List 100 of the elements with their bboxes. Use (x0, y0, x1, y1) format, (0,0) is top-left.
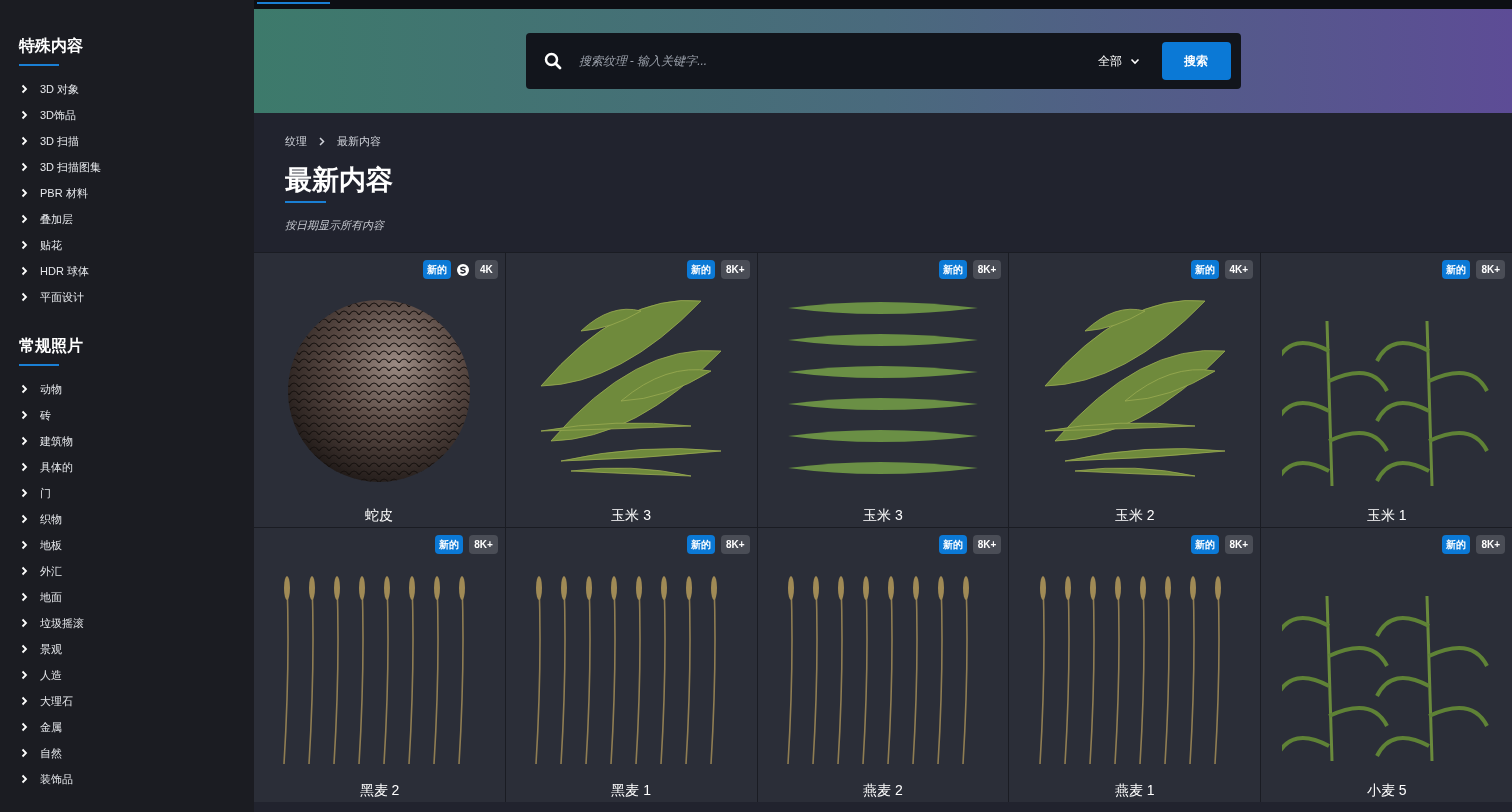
chevron-down-icon (1129, 57, 1140, 65)
texture-card[interactable]: 新的 4K+ 玉米 2 (1009, 253, 1261, 527)
section-heading: 常规照片 (19, 336, 83, 356)
resolution-badge: 4K (475, 260, 498, 279)
chevron-right-icon (21, 436, 28, 446)
texture-card[interactable]: 新的 8K+ 燕麦 1 (1009, 528, 1261, 802)
breadcrumb-link[interactable]: 纹理 (285, 133, 307, 150)
category-link[interactable]: 3D饰品 (19, 102, 77, 128)
texture-card[interactable]: 新的 4K 蛇皮 (254, 253, 505, 527)
category-link[interactable]: HDR 球体 (19, 258, 89, 284)
chevron-right-icon (21, 214, 28, 224)
chevron-right-icon (21, 514, 28, 524)
resolution-badge: 4K+ (1224, 260, 1254, 279)
resolution-badge: 8K+ (720, 260, 750, 279)
chevron-right-icon (21, 644, 28, 654)
category-dropdown[interactable]: 全部 (1097, 52, 1140, 70)
search-field[interactable]: 搜索纹理 - 输入关键字... (578, 52, 1098, 70)
category-link[interactable]: 垃圾摇滚 (19, 610, 84, 636)
category-link[interactable]: 外汇 (19, 558, 62, 584)
texture-title: 小麦 5 (1366, 781, 1407, 800)
search-icon (543, 52, 562, 70)
heading-underline (19, 364, 59, 366)
resolution-badge: 8K+ (469, 535, 498, 554)
chevron-right-icon (21, 110, 28, 120)
category-link[interactable]: 自然 (19, 740, 62, 766)
resolution-badge: 8K+ (1476, 535, 1505, 554)
chevron-right-icon (21, 722, 28, 732)
new-badge: 新的 (1442, 260, 1471, 279)
title-underline (285, 200, 326, 203)
category-link[interactable]: 3D 对象 (19, 76, 80, 102)
chevron-right-icon (21, 566, 28, 576)
new-badge: 新的 (686, 260, 715, 279)
new-badge: 新的 (1442, 535, 1471, 554)
chevron-right-icon (319, 136, 325, 146)
texture-card[interactable]: 新的 8K+ 小麦 5 (1261, 528, 1512, 802)
new-badge: 新的 (938, 260, 967, 279)
new-badge: 新的 (1190, 535, 1219, 554)
texture-card[interactable]: 新的 8K+ 玉米 1 (1261, 253, 1512, 527)
chevron-right-icon (21, 618, 28, 628)
chevron-right-icon (21, 266, 28, 276)
page-title: 最新内容 (285, 163, 393, 197)
chevron-right-icon (21, 592, 28, 602)
new-badge: 新的 (423, 260, 451, 279)
chevron-right-icon (21, 84, 28, 94)
page-subtitle: 按日期显示所有内容 (285, 217, 386, 233)
new-badge: 新的 (938, 535, 967, 554)
resolution-badge: 8K+ (1224, 535, 1254, 554)
heading-underline (19, 64, 59, 66)
resolution-badge: 8K+ (1476, 260, 1505, 279)
category-link[interactable]: 建筑物 (19, 428, 73, 454)
category-link[interactable]: 3D 扫描 (19, 128, 80, 154)
category-link[interactable]: 织物 (19, 506, 62, 532)
new-badge: 新的 (686, 535, 715, 554)
category-link[interactable]: 景观 (19, 636, 62, 662)
category-link[interactable]: 叠加层 (19, 206, 73, 232)
category-link[interactable]: 贴花 (19, 232, 62, 258)
texture-card[interactable]: 新的 8K+ 黑麦 1 (505, 528, 757, 802)
category-link[interactable]: 平面设计 (19, 284, 84, 310)
texture-title: 燕麦 1 (1114, 781, 1155, 800)
category-link[interactable]: PBR 材料 (19, 180, 88, 206)
resolution-badge: 8K+ (720, 535, 750, 554)
category-link[interactable]: 门 (19, 480, 51, 506)
texture-title: 燕麦 2 (863, 781, 903, 800)
chevron-right-icon (21, 748, 28, 758)
new-badge: 新的 (435, 535, 464, 554)
chevron-right-icon (21, 540, 28, 550)
resolution-badge: 8K+ (972, 535, 1002, 554)
texture-card[interactable]: 新的 8K+ 黑麦 2 (254, 528, 505, 802)
texture-title: 蛇皮 (365, 506, 394, 525)
texture-card[interactable]: 新的 8K+ 燕麦 2 (757, 528, 1009, 802)
category-link[interactable]: 人造 (19, 662, 62, 688)
section-heading: 特殊内容 (19, 36, 83, 56)
category-link[interactable]: 动物 (19, 376, 62, 402)
texture-title: 玉米 3 (611, 506, 652, 525)
category-link[interactable]: 具体的 (19, 454, 73, 480)
search-button[interactable]: 搜索 (1161, 42, 1231, 80)
chevron-right-icon (21, 670, 28, 680)
chevron-right-icon (21, 696, 28, 706)
breadcrumb-current: 最新内容 (337, 134, 381, 149)
category-link[interactable]: 金属 (19, 714, 62, 740)
category-link[interactable]: 大理石 (19, 688, 73, 714)
chevron-right-icon (21, 384, 28, 394)
chevron-right-icon (21, 188, 28, 198)
chevron-right-icon (21, 136, 28, 146)
category-link[interactable]: 地板 (19, 532, 62, 558)
chevron-right-icon (21, 462, 28, 472)
texture-card[interactable]: 新的 8K+ 玉米 3 (505, 253, 757, 527)
texture-card[interactable]: 新的 8K+ 玉米 3 (757, 253, 1009, 527)
category-link[interactable]: 3D 扫描图集 (19, 154, 102, 180)
new-badge: 新的 (1190, 260, 1219, 279)
chevron-right-icon (21, 240, 28, 250)
category-link[interactable]: 地面 (19, 584, 62, 610)
texture-title: 黑麦 1 (611, 781, 652, 800)
chevron-right-icon (21, 488, 28, 498)
category-link[interactable]: 砖 (19, 402, 51, 428)
chevron-right-icon (21, 162, 28, 172)
category-link[interactable]: 装饰品 (19, 766, 73, 792)
chevron-right-icon (21, 774, 28, 784)
texture-title: 黑麦 2 (359, 781, 400, 800)
resolution-badge: 8K+ (972, 260, 1002, 279)
